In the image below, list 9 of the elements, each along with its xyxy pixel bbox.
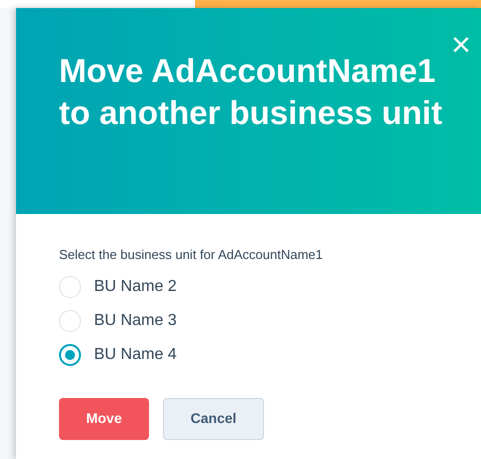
close-button[interactable]: ×	[451, 28, 471, 62]
radio-label: BU Name 4	[94, 344, 177, 364]
cancel-button[interactable]: Cancel	[163, 398, 264, 440]
dialog-title: Move AdAccountName1 to another business unit	[59, 51, 444, 133]
radio-label: BU Name 3	[94, 310, 177, 330]
move-button[interactable]: Move	[59, 398, 149, 440]
radio-button[interactable]	[59, 344, 81, 366]
radio-label: BU Name 2	[94, 276, 177, 296]
prompt-text: Select the business unit for AdAccountName1	[59, 246, 324, 264]
